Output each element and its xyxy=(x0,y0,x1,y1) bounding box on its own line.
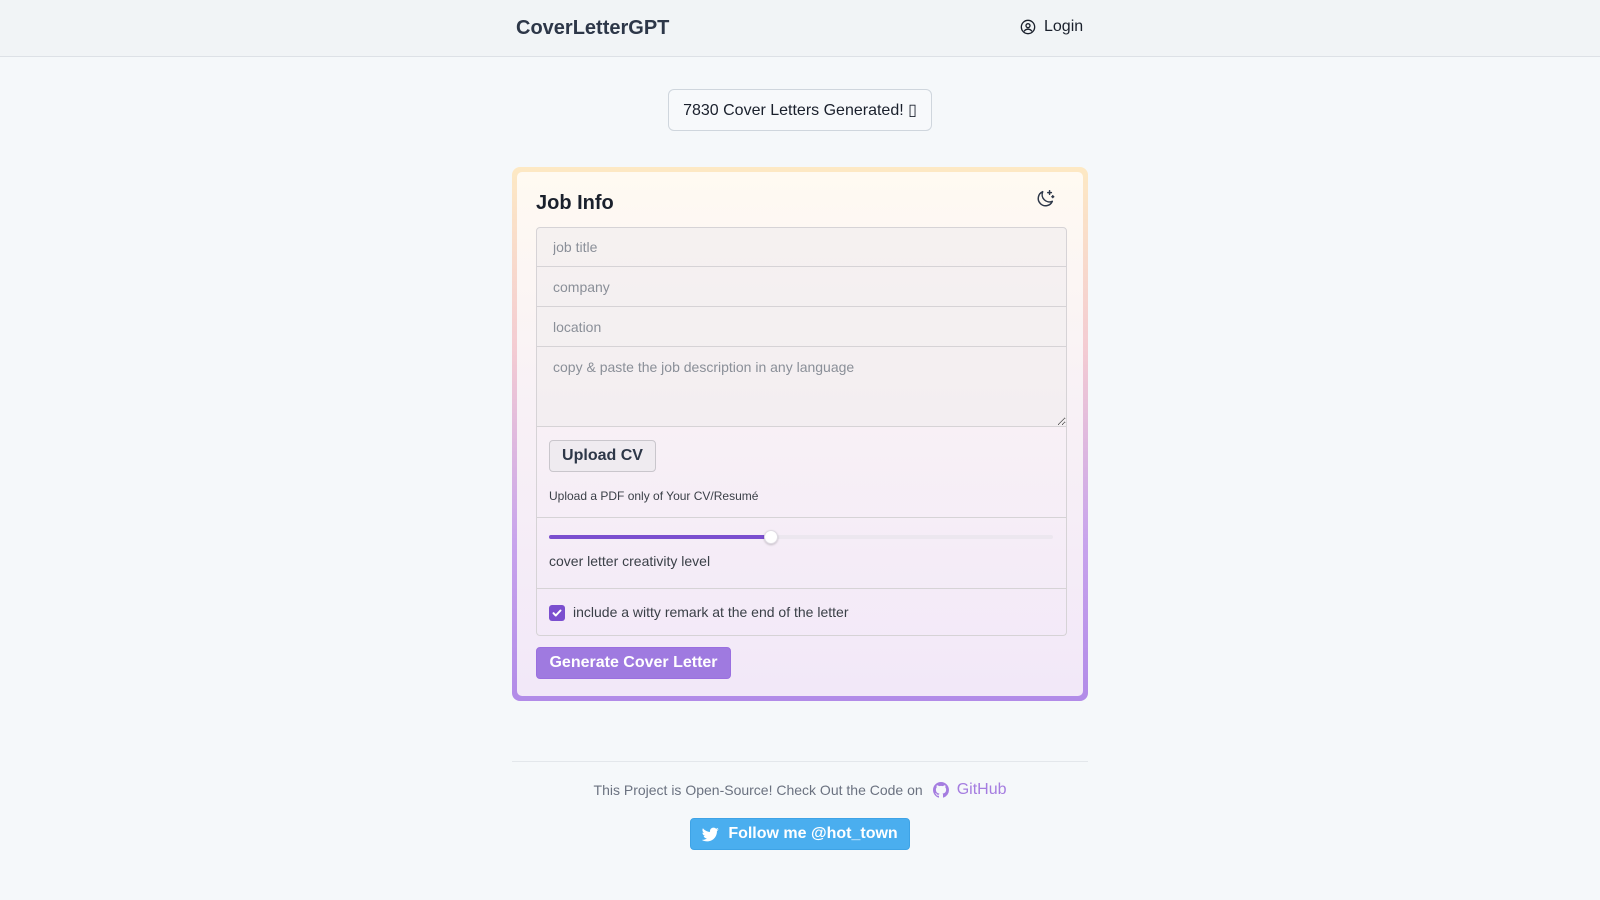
moon-sparkle-icon[interactable] xyxy=(1034,188,1056,210)
card-title: Job Info xyxy=(536,192,614,214)
generate-cover-letter-button[interactable]: Generate Cover Letter xyxy=(536,647,731,679)
creativity-slider-fill xyxy=(549,535,771,539)
witty-remark-label: include a witty remark at the end of the… xyxy=(573,604,849,620)
job-info-card-border: Job Info Upload CV Upload a PDF only of … xyxy=(512,167,1088,701)
github-icon xyxy=(932,782,949,798)
creativity-slider-thumb[interactable] xyxy=(763,530,778,544)
job-info-form: Upload CV Upload a PDF only of Your CV/R… xyxy=(536,227,1067,636)
open-source-text: This Project is Open-Source! Check Out t… xyxy=(593,782,923,798)
github-link[interactable]: GitHub xyxy=(932,781,1007,799)
location-input[interactable] xyxy=(536,307,1067,347)
user-circle-icon xyxy=(1020,19,1036,35)
twitter-follow-button[interactable]: Follow me @hot_town xyxy=(690,818,910,850)
upload-hint-text: Upload a PDF only of Your CV/Resumé xyxy=(549,489,759,503)
job-description-textarea[interactable] xyxy=(536,347,1067,427)
witty-remark-checkbox[interactable] xyxy=(549,605,565,621)
company-input[interactable] xyxy=(536,267,1067,307)
letters-generated-badge: 7830 Cover Letters Generated! ▯ xyxy=(668,89,932,131)
github-label: GitHub xyxy=(956,781,1007,798)
cv-upload-section: Upload CV Upload a PDF only of Your CV/R… xyxy=(536,427,1067,518)
creativity-label: cover letter creativity level xyxy=(549,553,711,569)
login-button[interactable]: Login xyxy=(1020,18,1083,36)
letters-generated-text: 7830 Cover Letters Generated! ▯ xyxy=(683,102,917,119)
witty-remark-section: include a witty remark at the end of the… xyxy=(536,589,1067,636)
footer-divider xyxy=(512,761,1088,762)
brand-logo-link[interactable]: CoverLetterGPT xyxy=(516,17,669,40)
twitter-icon xyxy=(702,827,720,841)
creativity-slider[interactable] xyxy=(549,530,1053,544)
upload-cv-button[interactable]: Upload CV xyxy=(549,440,656,472)
login-label: Login xyxy=(1044,18,1084,35)
job-title-input[interactable] xyxy=(536,227,1067,267)
check-icon xyxy=(552,609,562,617)
open-source-note: This Project is Open-Source! Check Out t… xyxy=(0,781,1600,799)
twitter-label: Follow me @hot_town xyxy=(728,825,898,842)
job-info-card: Job Info Upload CV Upload a PDF only of … xyxy=(517,172,1083,696)
creativity-section: cover letter creativity level xyxy=(536,518,1067,589)
top-navbar: CoverLetterGPT Login xyxy=(0,0,1600,57)
